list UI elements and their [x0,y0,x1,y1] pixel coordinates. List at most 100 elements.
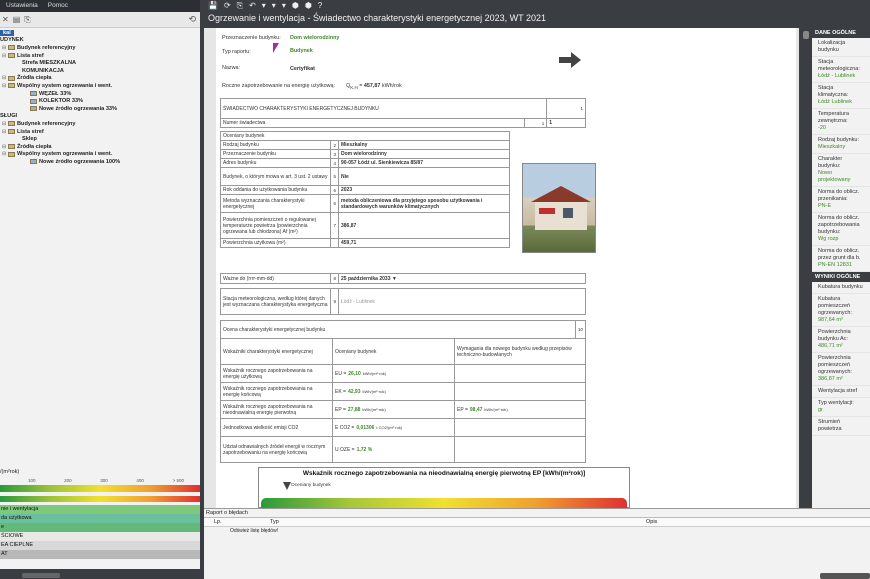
bottom-scrollbar[interactable] [820,573,870,579]
row-label: Oceniany budynek [220,131,510,141]
tree-item[interactable]: KOLEKTOR 33% [0,97,200,105]
filter-icon[interactable]: ▾ [282,1,286,11]
document-viewport: Przeznaczenie budynku: Dom wielorodzinny… [204,28,799,508]
indicator-row: Wskaźnik rocznego zapotrzebowania na nie… [220,400,586,419]
left-scrollbar[interactable] [22,573,60,578]
copy-icon[interactable]: ⎘ [237,1,243,11]
property-row[interactable]: Norma do oblicz. zapotrzebowania budynku… [812,213,870,246]
close-icon[interactable]: ✕ [2,15,9,24]
new-document-icon[interactable]: ▤ [13,15,21,24]
valid-value[interactable]: 25 października 2033 ▼ [338,273,586,284]
row-number: 7 [330,212,339,239]
property-row[interactable]: Temperatura zewnętrzna: -20 [812,109,870,135]
property-row[interactable]: Stacja klimatyczna: Łódź Lublinek [812,83,870,109]
requirement-symbol: EP = [457,406,468,413]
indicator-symbol: U OZE = [335,446,355,453]
tree-item[interactable]: kal [0,29,200,37]
col-desc[interactable]: Opis [606,518,657,526]
row-value[interactable]: Mieszkalny [338,140,510,150]
category-item[interactable]: AT [0,550,200,559]
refresh-icon[interactable]: ⟳ [224,1,231,11]
ep-color-band [261,498,627,508]
row-value[interactable]: 2023 [338,185,510,195]
property-row[interactable]: Norma do oblicz. przenikania: PN-E [812,187,870,213]
property-row[interactable]: Stacja meteorologiczna: Łódź - Lublinek [812,57,870,83]
indicator-symbol: EP = [335,406,346,413]
document-scrollbar[interactable] [800,28,812,508]
property-label: Charakter budynku: [818,156,843,169]
tree-item[interactable]: ⊟ Wspólny system ogrzewania i went. [0,151,200,159]
tree-item[interactable]: ⊟ Lista stref [0,128,200,136]
tree-item[interactable]: Nowe źródło ogrzewania 33% [0,105,200,113]
property-row[interactable]: Wentylacja stref [812,386,870,398]
row-number: 5 [330,167,339,186]
category-item[interactable]: EA CIEPLNE [0,541,200,550]
tree-item[interactable]: ⊟ Wspólny system ogrzewania i went. [0,82,200,90]
mouse-cursor-icon [273,43,285,53]
save-icon[interactable]: 💾 [208,1,218,11]
indicator-value: 26,10 [348,370,361,377]
category-item[interactable]: nie i wentylacja [0,505,200,514]
tree-item[interactable]: ⊟ Budynek referencyjny [0,120,200,128]
property-row[interactable]: Typ wentylacji: gr [812,398,870,417]
menu-help[interactable]: Pomoc [48,2,68,10]
indicator-unit: t CO2/(m²·rok) [376,424,403,430]
category-item[interactable]: e [0,523,200,532]
building-photo [522,163,596,253]
requirement-value: 98,47 [469,406,483,413]
tree-item[interactable]: ⊟ Budynek referencyjny [0,44,200,52]
filter-icon[interactable]: ▾ [262,1,266,11]
row-value[interactable]: 90-057 Łódź ul. Sienkiewicza 85/87 [338,158,510,168]
tree-item[interactable]: Nowe źródło ogrzewania 100% [0,158,200,166]
row-value[interactable]: Dom wielorodzinny [338,149,510,159]
tree-item[interactable]: SŁUGI [0,113,200,121]
property-row[interactable]: Powierzchnia budynku Ac: 486,71 m² [812,327,870,353]
tree-item[interactable]: UDYNEK [0,37,200,45]
indicator-symbol: EK = [335,388,346,395]
category-item[interactable]: da użytkowa [0,514,200,523]
help-icon[interactable]: ? [318,1,322,11]
menu-settings[interactable]: Ustawienia [6,2,38,10]
row-value[interactable]: 386,87 [338,212,510,239]
row-value[interactable]: Nie [338,167,510,186]
col-type[interactable]: Typ [226,518,606,526]
module-icon[interactable]: ⬢ [305,1,312,11]
indicators-table: Wskaźniki charakterystyki energetycznej O… [220,338,586,463]
module-icon[interactable]: ⬢ [292,1,299,11]
property-row[interactable]: Strumień powietrza [812,417,870,436]
property-row[interactable]: Rodzaj budynku: Mieszkalny [812,135,870,154]
tree-item[interactable]: ⊟ Lista stref [0,52,200,60]
section-header[interactable]: DANE OGÓLNE [812,28,870,38]
demand-formula: QK,H = 457,87 kWh/rok [346,83,402,91]
category-item[interactable]: ŚCIOWE [0,532,200,541]
tree-item-label: KOLEKTOR 33% [39,98,84,105]
copy-icon[interactable]: ⎘ [24,15,30,25]
tree-item[interactable]: Strefa MIESZKALNA [0,59,200,67]
section-header[interactable]: WYNIKI OGÓLNE [812,272,870,282]
tree-item[interactable]: WĘZEŁ 33% [0,90,200,98]
folder-icon [8,83,15,89]
row-value[interactable]: metoda obliczeniowa dla przyjętego sposo… [338,194,510,213]
refresh-errors-link[interactable]: Odśwież listę błędów! [204,527,278,536]
property-row[interactable]: Kubatura pomieszczeń ogrzewanych: 987,64 … [812,294,870,327]
heat-source-icon [30,98,37,104]
property-row[interactable]: Norma do oblicz. przez grunt dla b. PN-EN… [812,246,870,272]
row-value[interactable]: 459,71 [338,238,510,248]
tree-item-label: Lista stref [17,128,44,135]
scroll-thumb[interactable] [803,31,809,39]
row-label: Rodzaj budynku [220,140,331,150]
next-arrow-icon[interactable] [559,52,581,68]
tree-item[interactable]: ⊟ Źródła ciepła [0,143,200,151]
property-row[interactable]: Kubatura budynku [812,282,870,294]
tree-item[interactable]: Sklep [0,135,200,143]
property-row[interactable]: Powierzchnia pomieszczeń ogrzewanych: 386… [812,353,870,386]
property-row[interactable]: Lokalizacja budynku [812,38,870,57]
sync-icon[interactable]: ⟲ [188,14,196,25]
property-row[interactable]: Charakter budynku: Nowo projektowany [812,154,870,187]
col-lp[interactable]: Lp. [204,518,226,526]
tree-item[interactable]: KOMUNIKACJA [0,67,200,75]
tree-item[interactable]: ⊟ Źródła ciepła [0,75,200,83]
undo-icon[interactable]: ↶ [249,1,256,11]
filter-icon[interactable]: ▾ [272,1,276,11]
demand-value: 457,87 [363,83,381,89]
